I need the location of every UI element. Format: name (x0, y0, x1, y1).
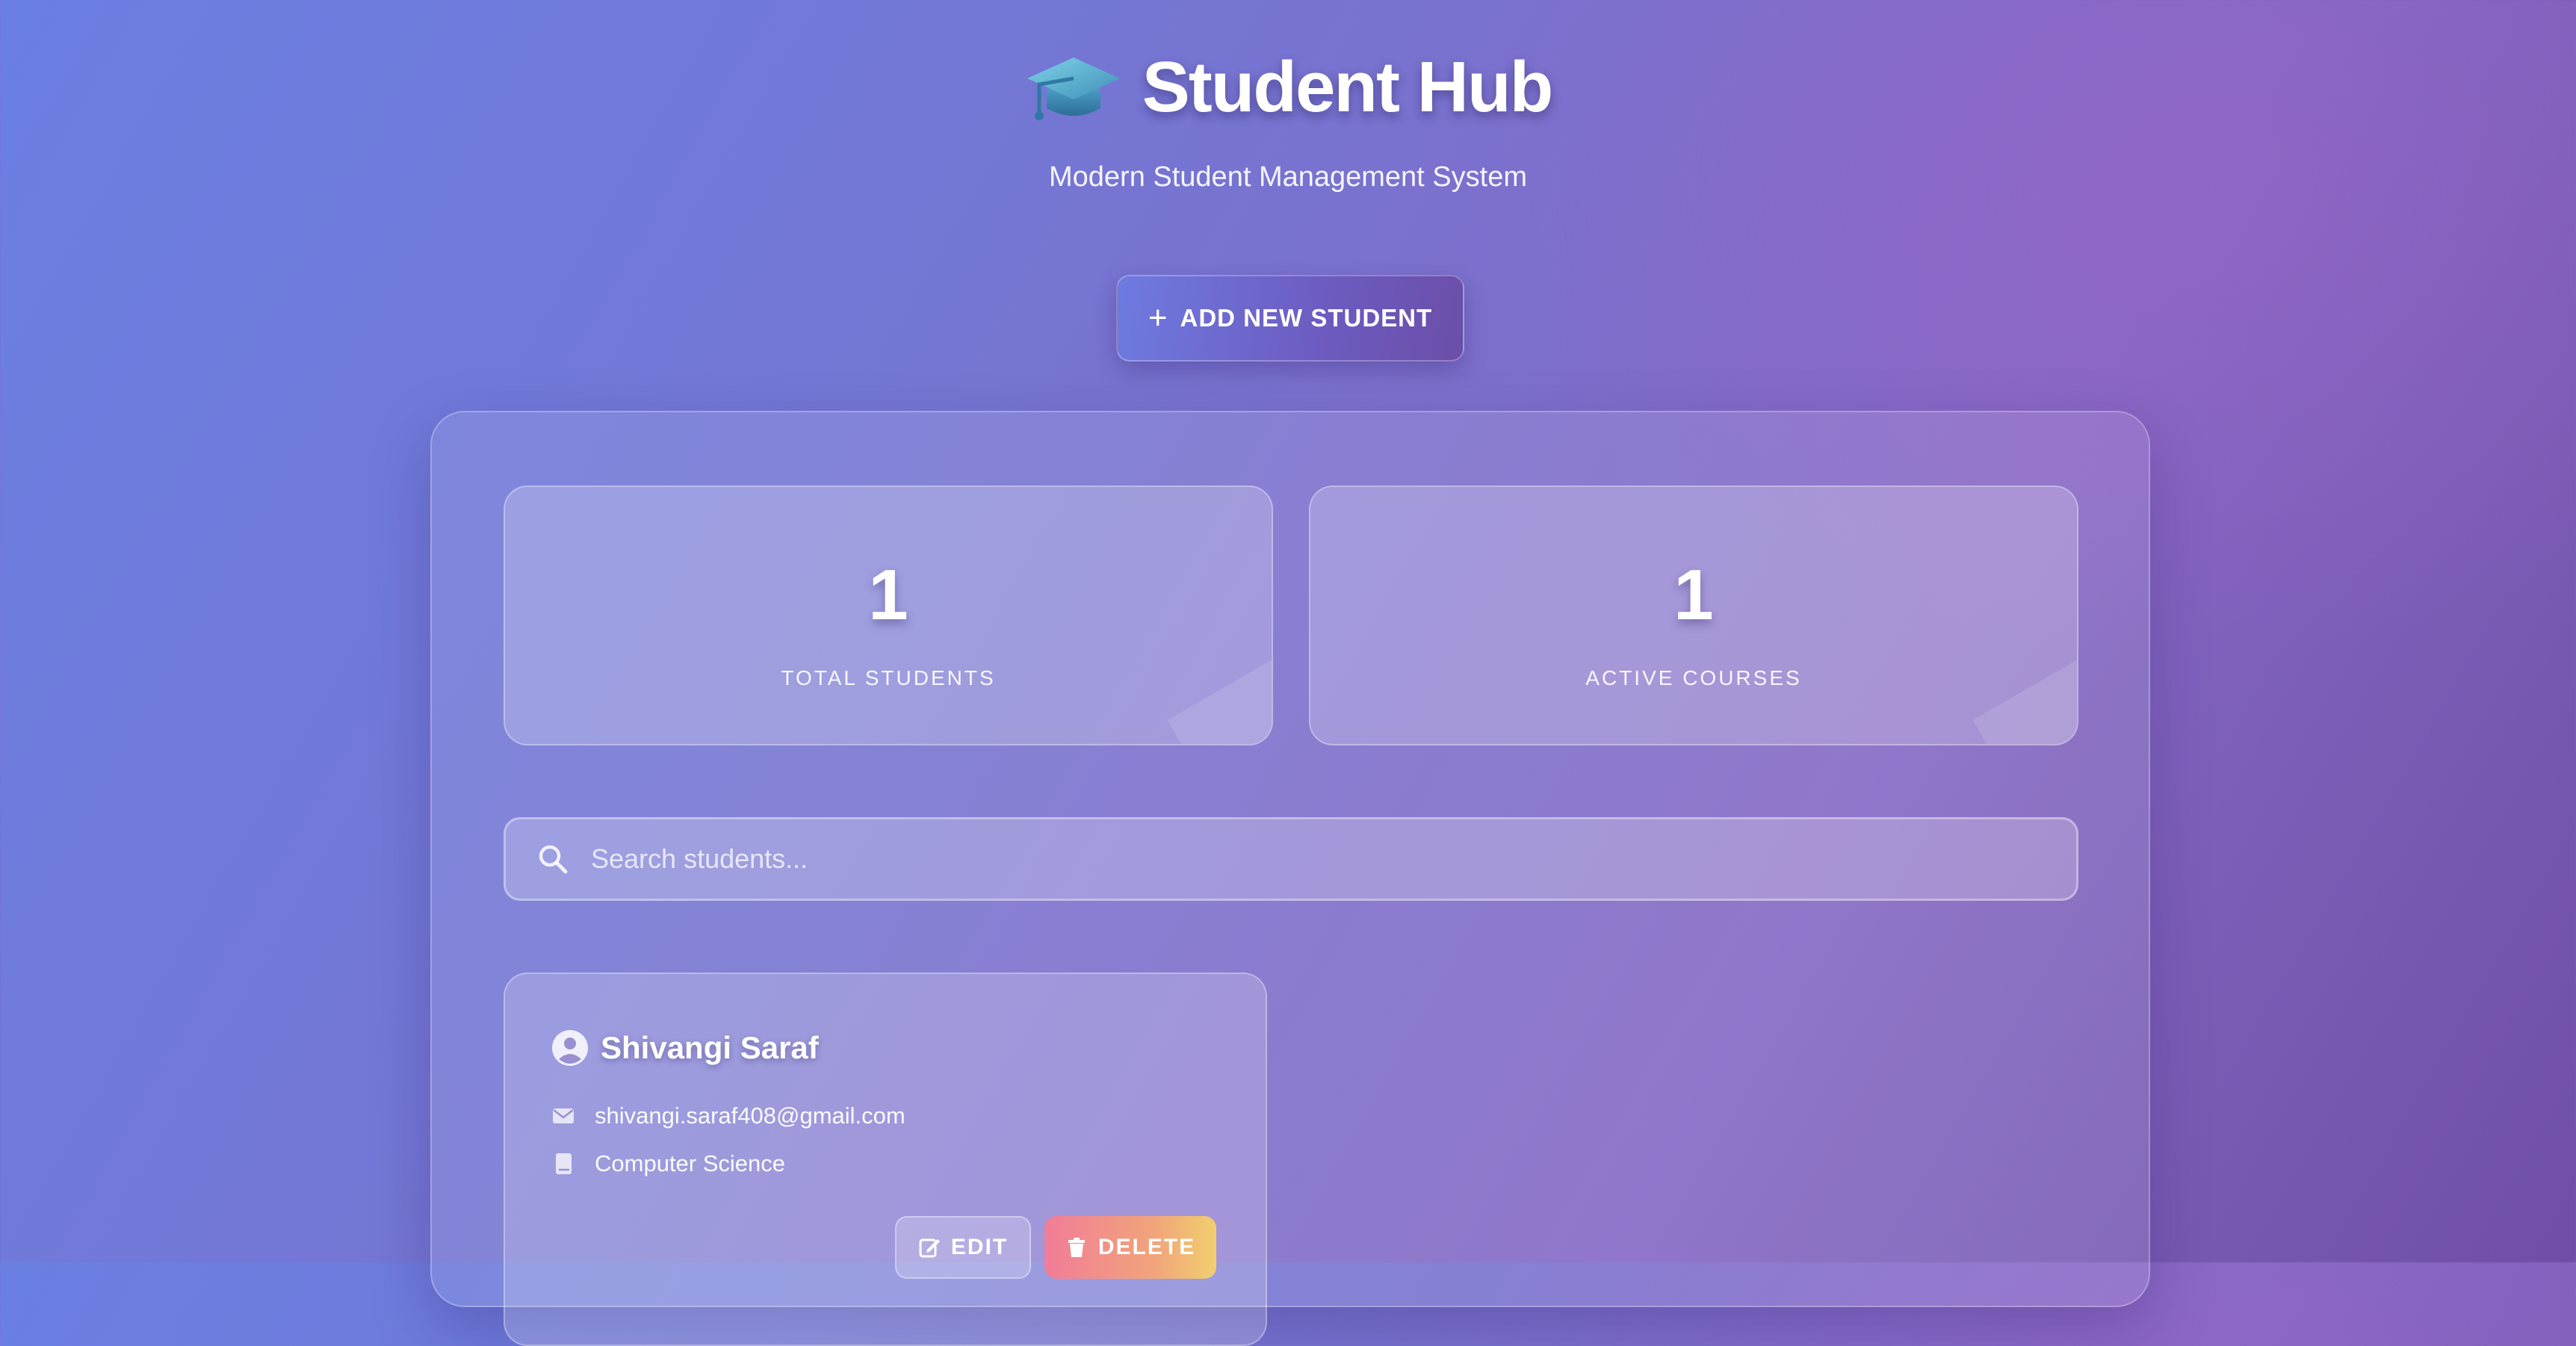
stat-label: TOTAL STUDENTS (781, 666, 996, 689)
student-email: shivangi.saraf408@gmail.com (595, 1102, 905, 1129)
edit-label: EDIT (950, 1235, 1009, 1259)
book-icon (556, 1153, 572, 1174)
student-card: Shivangi Saraf shivangi.saraf408@gmail.c… (504, 973, 1267, 1346)
student-name: Shivangi Saraf (601, 1030, 819, 1065)
envelope-icon (553, 1108, 574, 1123)
student-email-row: shivangi.saraf408@gmail.com (551, 1102, 905, 1129)
stat-card-active-courses: 1 ACTIVE COURSES (1309, 486, 2078, 745)
user-circle-icon (552, 1030, 588, 1066)
student-course: Computer Science (595, 1150, 786, 1176)
app-subtitle: Modern Student Management System (1048, 161, 1527, 193)
graduation-cap-icon (1027, 58, 1120, 120)
trash-icon (1068, 1238, 1085, 1257)
search-bar (504, 817, 2078, 901)
delete-button[interactable]: DELETE (1044, 1216, 1216, 1279)
title-row: Student Hub (0, 46, 2576, 128)
plus-icon: + (1148, 300, 1168, 336)
stat-card-total-students: 1 TOTAL STUDENTS (504, 486, 1273, 745)
stat-label: ACTIVE COURSES (1585, 666, 1802, 689)
app-title: Student Hub (1142, 47, 1554, 127)
add-student-button[interactable]: + ADD NEW STUDENT (1116, 275, 1464, 362)
stat-value: 1 (868, 555, 908, 635)
edit-button[interactable]: EDIT (895, 1216, 1031, 1279)
search-input[interactable] (589, 843, 2012, 875)
student-course-row: Computer Science (551, 1150, 785, 1177)
search-icon (539, 845, 568, 874)
main-panel: 1 TOTAL STUDENTS 1 ACTIVE COURSES Shivan… (430, 411, 2150, 1346)
student-name-row: Shivangi Saraf (551, 1029, 819, 1067)
delete-label: DELETE (1097, 1235, 1196, 1259)
edit-icon (919, 1238, 940, 1258)
stat-value: 1 (1674, 555, 1714, 635)
add-student-label: ADD NEW STUDENT (1180, 304, 1433, 332)
